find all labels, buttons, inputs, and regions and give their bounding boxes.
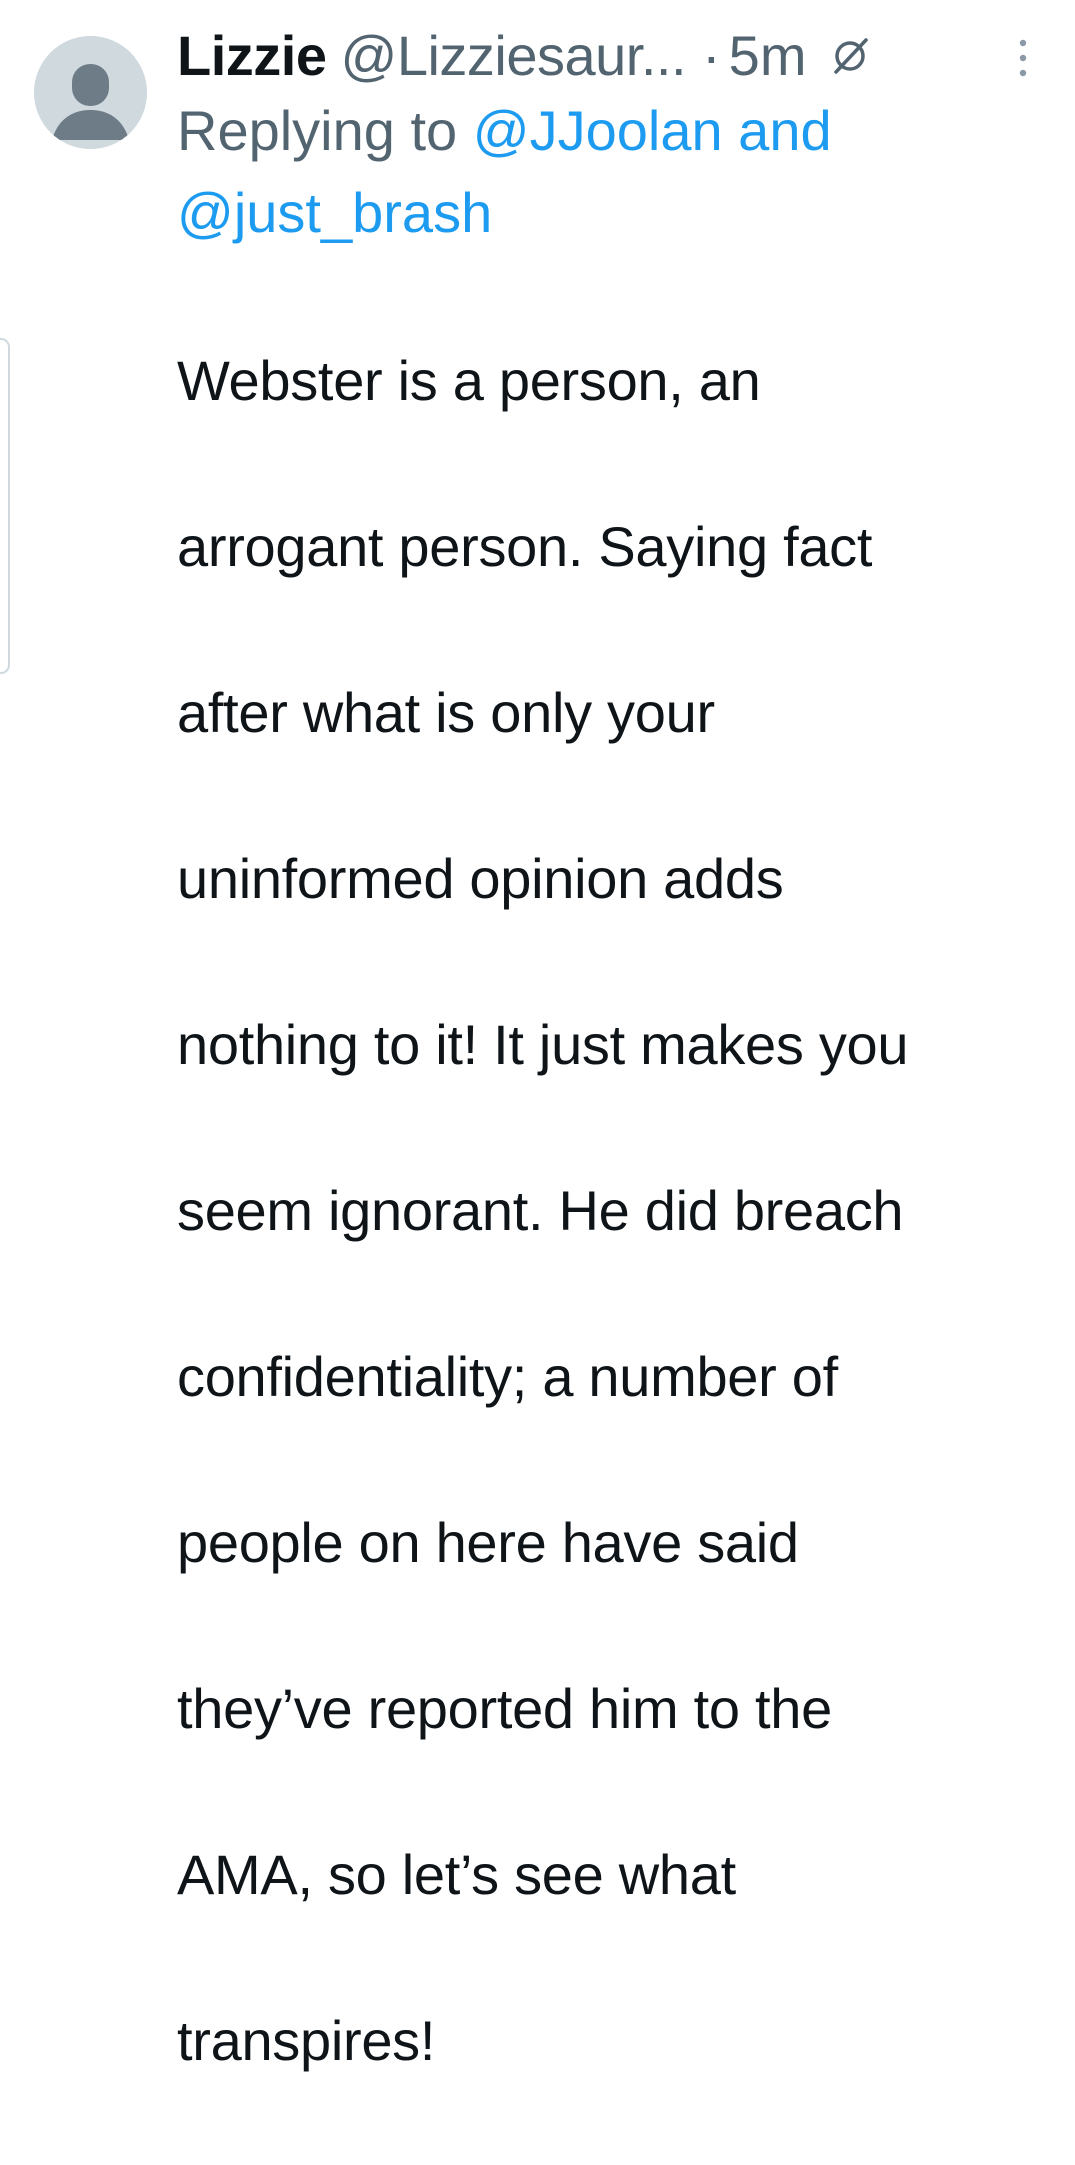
tweet-text-line: AMA, so let’s see what — [177, 1843, 736, 1906]
tweet-text-line: after what is only your — [177, 681, 715, 744]
mention-link-jjoolan[interactable]: @JJoolan — [473, 99, 723, 162]
tweet-header: Lizzie @Lizziesaur... · 5m — [177, 22, 1057, 90]
tweet-text-line: they’ve reported him to the — [177, 1677, 832, 1740]
author-handle[interactable]: @Lizziesaur... — [340, 22, 686, 90]
tweet-content: Lizzie @Lizziesaur... · 5m Replying to @… — [177, 22, 1057, 2165]
avatar[interactable] — [34, 36, 147, 149]
mention-conjunction[interactable]: and — [738, 99, 831, 162]
side-scroll-handle[interactable] — [0, 338, 10, 674]
tweet-text-line: arrogant person. Saying fact — [177, 515, 873, 578]
mention-link-just-brash[interactable]: @just_brash — [177, 181, 492, 244]
tweet-text-line: seem ignorant. He did breach — [177, 1179, 904, 1242]
replying-to-label: Replying to — [177, 99, 458, 162]
tweet-timestamp[interactable]: 5m — [729, 22, 807, 90]
tweet-text-line: uninformed opinion adds — [177, 847, 784, 910]
separator-dot: · — [702, 24, 721, 87]
tweet-text-line: transpires! — [177, 2009, 436, 2072]
tweet-text-line: confidentiality; a number of — [177, 1345, 838, 1408]
tweet-text-line: people on here have said — [177, 1511, 799, 1574]
default-avatar-icon — [34, 36, 147, 149]
tweet-body-text: Webster is a person, an arrogant person.… — [177, 256, 1057, 2165]
tweet-text-line: nothing to it! It just makes you — [177, 1013, 909, 1076]
replying-to-line: Replying to @JJoolan and @just_brash — [177, 90, 937, 254]
edited-indicator-icon — [828, 34, 872, 78]
tweet-text-line: Webster is a person, an — [177, 349, 761, 412]
author-display-name[interactable]: Lizzie — [177, 22, 327, 90]
